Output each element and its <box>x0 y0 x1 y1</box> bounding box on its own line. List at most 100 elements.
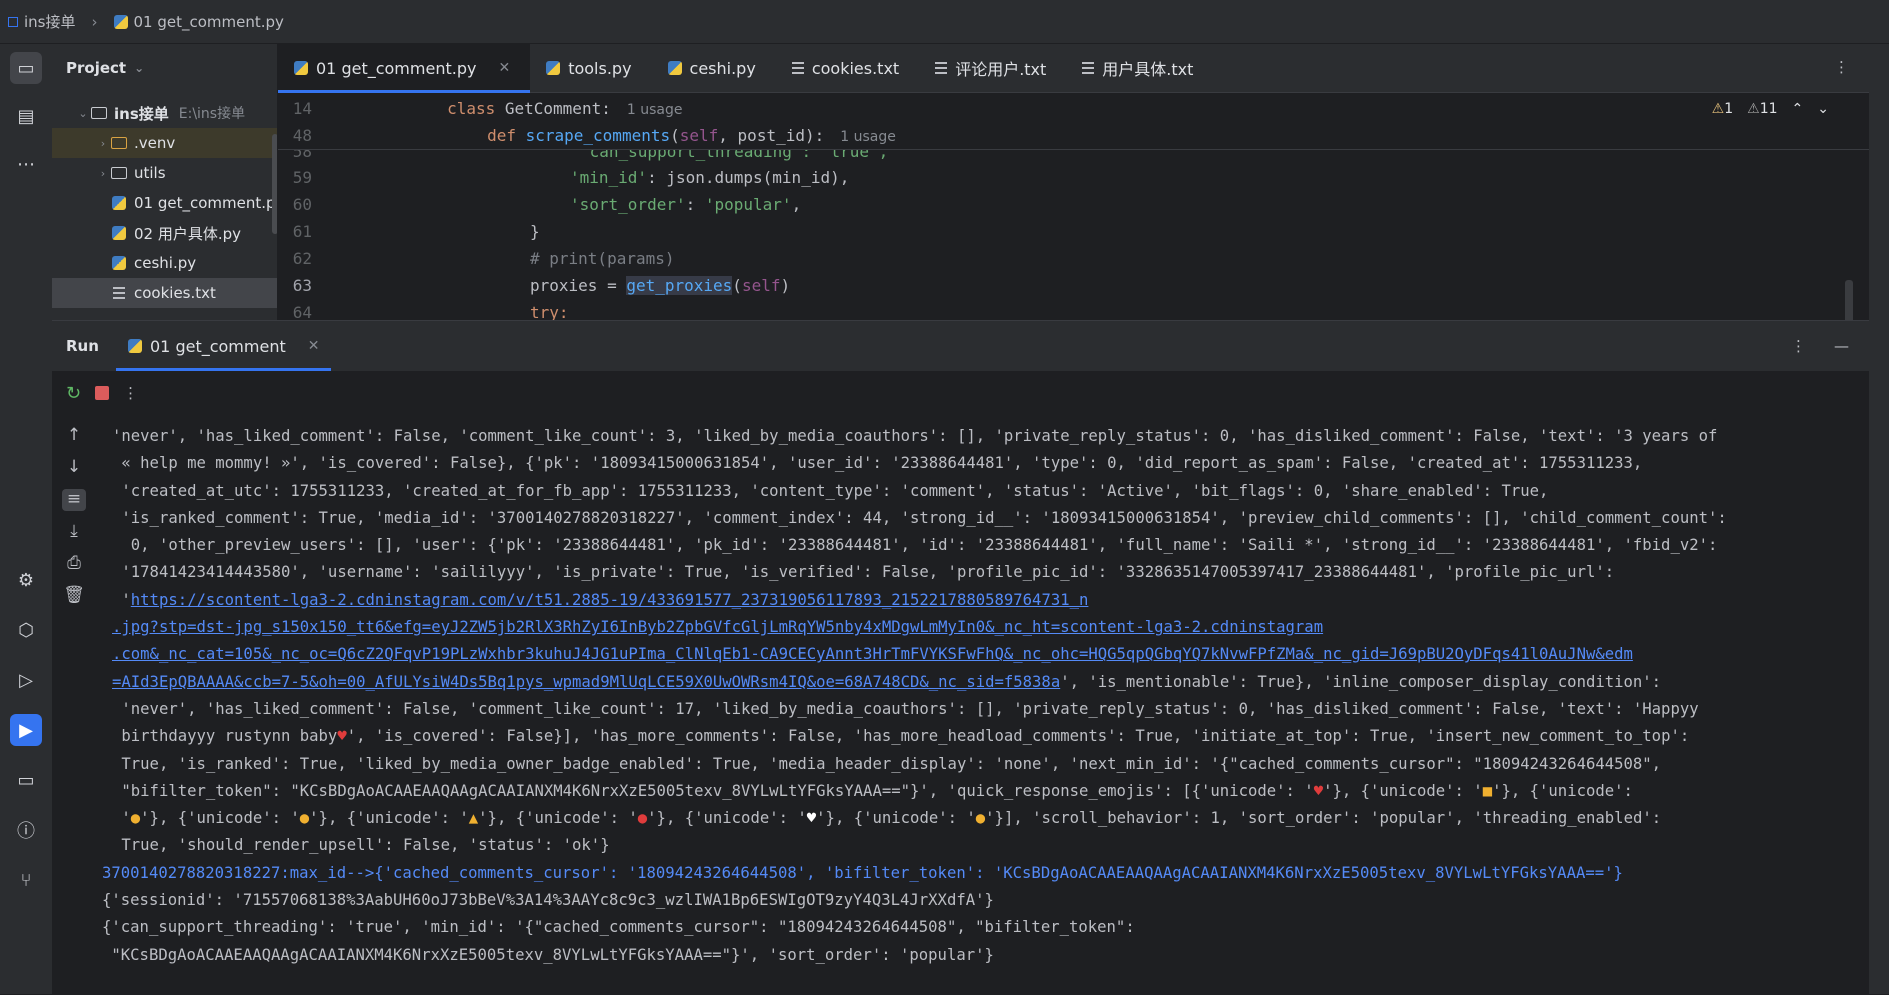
chevron-up-icon[interactable]: ⌃ <box>1792 101 1804 117</box>
chevron-down-icon[interactable]: ⌄ <box>1817 101 1829 117</box>
console-text: birthdayyy rustynn baby <box>112 727 338 746</box>
more-icon[interactable]: ⋯ <box>10 148 42 180</box>
tab-comment-users[interactable]: 评论用户.txt <box>919 44 1066 92</box>
tree-item-utils[interactable]: › utils <box>52 158 277 188</box>
profile-pic-link[interactable]: https://scontent-lga3-2.cdninstagram.com… <box>131 591 1089 609</box>
sticky-line[interactable]: 14 class GetComment: 1 usage <box>278 95 683 122</box>
python-icon <box>294 61 308 75</box>
warning-icon: ⚠ <box>1711 101 1725 117</box>
project-square-icon <box>8 16 18 27</box>
code-line: 61 } <box>278 218 540 245</box>
breadcrumb-file[interactable]: 01 get_comment.py <box>134 13 284 31</box>
python-console-icon[interactable]: ⚙ <box>10 564 42 596</box>
run-tab-label: 01 get_comment <box>150 336 286 356</box>
code-text: } <box>530 222 540 241</box>
python-icon <box>546 61 561 75</box>
line-number: 48 <box>292 126 312 145</box>
console-line: True, 'is_ranked': True, 'liked_by_media… <box>112 754 1662 773</box>
editor-scrollbar[interactable] <box>1845 280 1853 320</box>
packages-icon[interactable]: ⬡ <box>10 614 42 646</box>
print-icon[interactable]: ⎙ <box>67 553 81 575</box>
console-text: ', 'is_covered': False}], 'has_more_comm… <box>346 727 1690 746</box>
usage-hint[interactable]: 1 usage <box>840 129 896 145</box>
tree-item-user-detail[interactable]: 02 用户具体.py <box>52 218 277 248</box>
console-text: "bifilter_token": "KCsBDgAoACAAEAAQAAgAC… <box>112 781 1314 800</box>
console-output[interactable]: 'never', 'has_liked_comment': False, 'co… <box>102 423 1869 969</box>
console-line: "KCsBDgAoACAAEAAQAAgACAAIANXM4K6NrxXzE50… <box>102 945 994 964</box>
terminal-icon[interactable]: ▭ <box>10 764 42 796</box>
structure-icon[interactable]: ▤ <box>10 100 42 132</box>
tree-root-name: ins接单 <box>114 104 169 123</box>
kebab-menu-icon[interactable]: ⋮ <box>1791 337 1806 355</box>
party-emoji-icon: ▲ <box>468 809 479 828</box>
problems-icon[interactable]: ⓘ <box>10 814 42 846</box>
profile-pic-link[interactable]: .jpg?stp=dst-jpg_s150x150_tt6&efg=eyJ2ZW… <box>112 618 1323 636</box>
stop-icon[interactable] <box>95 386 110 400</box>
tree-item-venv[interactable]: › .venv <box>52 128 277 158</box>
console-text: '}, {'unicode': ' <box>478 809 638 828</box>
tree-item-get-comment[interactable]: 01 get_comment.p <box>52 188 277 218</box>
kebab-menu-icon[interactable]: ⋮ <box>1834 58 1849 76</box>
tab-cookies[interactable]: cookies.txt <box>776 44 919 92</box>
sticky-line[interactable]: 48 def scrape_comments(self, post_id): 1 … <box>278 122 896 149</box>
tab-label: tools.py <box>568 58 632 78</box>
console-line: =AId3EpQBAAAA&ccb=7-5&oh=00_AfULYsiW4Ds5… <box>112 669 1869 696</box>
cake-emoji-icon: ■ <box>1482 781 1493 800</box>
breadcrumb-bar: ins接单 › 01 get_comment.py <box>0 0 1889 44</box>
face-emoji-icon: ● <box>299 809 310 828</box>
arrow-up-icon[interactable]: ↑ <box>67 425 81 447</box>
run-tab[interactable]: 01 get_comment ✕ <box>116 321 332 371</box>
tab-label: cookies.txt <box>811 58 900 78</box>
code-line: 60 'sort_order': 'popular', <box>278 191 801 218</box>
folder-icon <box>111 167 127 179</box>
kebab-menu-icon[interactable]: ⋮ <box>123 384 138 402</box>
line-number: 61 <box>292 222 312 241</box>
trash-icon[interactable]: 🗑 <box>63 585 85 607</box>
minimize-icon[interactable]: — <box>1834 337 1849 355</box>
tab-user-detail[interactable]: 用户具体.txt <box>1066 44 1213 92</box>
line-number: 60 <box>292 195 312 214</box>
code-view[interactable]: 58 'can_support_threading': 'true', 59 '… <box>278 150 1869 320</box>
profile-pic-link[interactable]: =AId3EpQBAAAA&ccb=7-5&oh=00_AfULYsiW4Ds5… <box>112 673 1060 691</box>
right-toolbar <box>1868 44 1889 994</box>
project-panel-header[interactable]: Project ⌄ <box>52 44 277 92</box>
tree-root[interactable]: ⌄ ins接单 E:\ins接单 <box>52 98 277 128</box>
console-line: 'https://scontent-lga3-2.cdninstagram.co… <box>112 590 1089 609</box>
rerun-icon[interactable]: ↻ <box>66 383 81 404</box>
console-line: True, 'should_render_upsell': False, 'st… <box>112 836 610 855</box>
console-line: 3700140278820318227:max_id-->{'cached_co… <box>102 863 1623 882</box>
soft-wrap-icon[interactable]: ≡ <box>62 489 86 511</box>
breadcrumb-project[interactable]: ins接单 <box>24 11 76 32</box>
line-number: 59 <box>292 168 312 187</box>
run-panel-title: Run <box>66 337 99 355</box>
profile-pic-link[interactable]: .com&_nc_cat=105&_nc_oc=Q6cZ2QFqvP19PLzW… <box>112 645 1633 663</box>
close-icon[interactable]: ✕ <box>308 338 320 354</box>
tree-item-ceshi[interactable]: ceshi.py <box>52 248 277 278</box>
git-icon[interactable]: ⑂ <box>10 864 42 896</box>
console-line: {'sessionid': '71557068138%3AabUH60oJ73b… <box>102 891 994 910</box>
run-icon[interactable]: ▶ <box>10 714 42 746</box>
code-line: 63 proxies = get_proxies(self) <box>278 272 790 299</box>
text-file-icon <box>935 62 948 74</box>
console-line: {'can_support_threading': 'true', 'min_i… <box>102 918 1135 937</box>
editor-area: 01 get_comment.py ✕ tools.py ceshi.py co… <box>278 44 1869 320</box>
services-icon[interactable]: ▷ <box>10 664 42 696</box>
folder-icon[interactable]: ▭ <box>10 52 42 84</box>
python-icon <box>113 14 128 29</box>
arrow-down-icon[interactable]: ↓ <box>67 457 81 479</box>
inspection-widget[interactable]: ⚠1 ⚠11 ⌃ ⌄ <box>1712 101 1829 117</box>
console-side-toolbar: ↑ ↓ ≡ ⤓ ⎙ 🗑 <box>62 425 86 607</box>
tree-item-cookies[interactable]: cookies.txt <box>52 278 277 308</box>
sticky-scroll-header: 14 class GetComment: 1 usage 48 def scrap… <box>278 93 1869 150</box>
python-icon <box>112 256 126 270</box>
folder-icon <box>91 107 107 119</box>
tab-label: 01 get_comment.py <box>316 58 477 78</box>
chevron-right-icon: › <box>100 166 106 180</box>
self-param: self <box>741 276 781 295</box>
console-line: birthdayyy rustynn baby♥', 'is_covered':… <box>112 723 1869 750</box>
close-icon[interactable]: ✕ <box>498 60 510 76</box>
dict-key: 'sort_order' <box>570 195 686 214</box>
scroll-to-end-icon[interactable]: ⤓ <box>70 521 78 543</box>
console-text: '}, {'unicode': ' <box>140 809 300 828</box>
python-icon <box>667 61 682 75</box>
